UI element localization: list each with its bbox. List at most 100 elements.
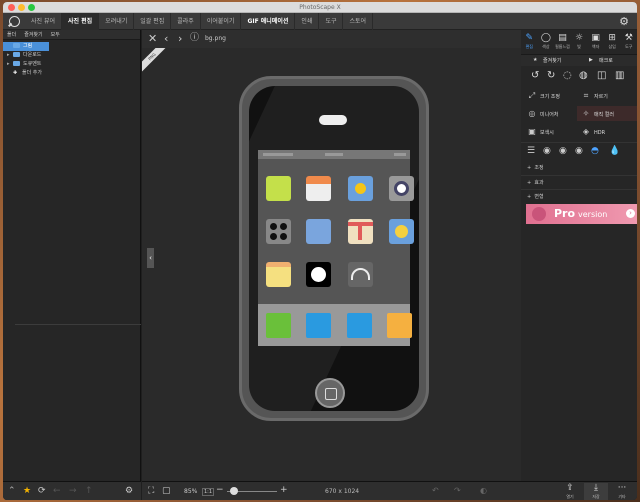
sub-tabs: ★ 즐겨찾기 ▶ 매크로 bbox=[521, 55, 637, 66]
hdr-icon: ◈ bbox=[582, 127, 590, 136]
tab-collage[interactable]: 콜라주 bbox=[171, 13, 201, 30]
rotate-left-icon[interactable]: ↺ bbox=[531, 70, 539, 81]
tab-tools[interactable]: 도구 bbox=[319, 13, 344, 30]
collapse-left-icon[interactable]: ‹ bbox=[147, 248, 154, 268]
chevron-left-icon[interactable]: ‹ bbox=[164, 32, 168, 45]
tab-print[interactable]: 인쇄 bbox=[295, 13, 320, 30]
menu-bar: 사진 뷰어 사진 편집 오려내기 일괄 편집 콜라주 이어붙이기 GIF 애니메… bbox=[3, 13, 637, 30]
tree-item-documents[interactable]: ▸ 도큐멘트 bbox=[3, 60, 140, 69]
tab-store[interactable]: 스토어 bbox=[343, 13, 374, 30]
list-icon[interactable]: ☰ bbox=[527, 146, 535, 156]
insert-icon: ⊞ bbox=[608, 33, 616, 43]
canvas-toolbar: ✕ ‹ › ⓘ bg.png bbox=[142, 30, 521, 48]
filter-preset-icon[interactable]: ◓ bbox=[591, 146, 599, 156]
open-button[interactable]: ⇪ 열기 bbox=[558, 483, 582, 500]
collapse-icon[interactable]: ⌃ bbox=[8, 486, 16, 496]
more-icon: ··· bbox=[617, 483, 627, 493]
flip-vertical-icon[interactable]: ▥ bbox=[615, 70, 624, 81]
up-arrow-icon[interactable]: ↑ bbox=[85, 486, 93, 496]
filter-preset-icon[interactable]: ◉ bbox=[543, 146, 551, 156]
play-icon: ▶ bbox=[589, 57, 593, 63]
tab-gif[interactable]: GIF 애니메이션 bbox=[241, 13, 296, 30]
info-icon[interactable]: ⓘ bbox=[190, 32, 199, 45]
sub-tab-macro[interactable]: 매크로 bbox=[599, 57, 613, 64]
complementary-button[interactable]: ▣ 보색시 bbox=[527, 124, 577, 139]
complementary-icon: ▣ bbox=[528, 127, 536, 136]
dock-app-icon bbox=[347, 313, 372, 338]
resize-button[interactable]: ⤢ 크기 조정 bbox=[527, 88, 577, 103]
actual-size-icon[interactable]: ▢ bbox=[162, 485, 171, 498]
star-icon[interactable]: ★ bbox=[23, 486, 31, 496]
refresh-icon[interactable]: ⟳ bbox=[38, 486, 46, 496]
tool-film[interactable]: ▤ 필름느낌 bbox=[554, 30, 571, 54]
pro-version-banner[interactable]: Pro version › bbox=[526, 204, 637, 224]
save-button[interactable]: ⤓ 저장 bbox=[584, 483, 608, 500]
zoom-slider-handle[interactable] bbox=[230, 487, 238, 495]
undo-icon[interactable]: ↶ bbox=[432, 486, 439, 495]
settings-icon[interactable]: ⚙ bbox=[125, 486, 133, 496]
filter-preset-icon[interactable]: ◉ bbox=[575, 146, 583, 156]
tool-insert[interactable]: ⊞ 삽입 bbox=[604, 30, 621, 54]
crop-button[interactable]: ⌗ 자르기 bbox=[581, 88, 631, 103]
crop-icon: ⌗ bbox=[583, 91, 589, 100]
png-ribbon: PNG bbox=[142, 48, 166, 72]
panel-divider[interactable] bbox=[15, 324, 141, 325]
zoom-1to1-button[interactable]: 1:1 bbox=[202, 488, 215, 496]
straighten-icon[interactable]: ◍ bbox=[579, 70, 588, 81]
magic-color-button[interactable]: ✧ 매직 컬러 bbox=[577, 106, 637, 121]
tool-frame[interactable]: ▣ 액자 bbox=[587, 30, 604, 54]
sub-tab-favorites[interactable]: 즐겨찾기 bbox=[543, 57, 561, 64]
tab-cutout[interactable]: 오려내기 bbox=[99, 13, 135, 30]
tree-item-downloads[interactable]: ▸ 다운로드 bbox=[3, 51, 140, 60]
tool-color[interactable]: ◯ 색상 bbox=[538, 30, 555, 54]
forward-arrow-icon[interactable]: → bbox=[69, 486, 77, 496]
tree-item-pictures[interactable]: 그림 bbox=[3, 42, 49, 51]
magic-wand-icon: ✧ bbox=[582, 109, 590, 118]
miniature-button[interactable]: ◎ 미니어처 bbox=[527, 106, 577, 121]
tab-combine[interactable]: 이어붙이기 bbox=[201, 13, 242, 30]
dock-app-icon bbox=[266, 313, 291, 338]
flip-horizontal-icon[interactable]: ◫ bbox=[597, 70, 606, 81]
tab-editor[interactable]: 사진 편집 bbox=[62, 13, 100, 30]
tool-edit[interactable]: ✎ 편집 bbox=[521, 30, 538, 54]
back-arrow-icon[interactable]: ← bbox=[53, 486, 61, 496]
droplet-icon[interactable]: 💧 bbox=[609, 146, 620, 156]
chevron-right-icon[interactable]: › bbox=[178, 32, 182, 45]
frame-icon: ▣ bbox=[591, 33, 600, 43]
rotate-icon[interactable]: ◌ bbox=[563, 70, 572, 81]
rotate-right-icon[interactable]: ↻ bbox=[547, 70, 555, 81]
more-button[interactable]: ··· 기타 bbox=[610, 483, 634, 500]
grid-app-icon bbox=[266, 219, 291, 244]
zoom-out-icon[interactable]: − bbox=[216, 484, 224, 497]
compare-icon[interactable]: ◐ bbox=[480, 486, 487, 495]
section-effects[interactable]: + 효과 bbox=[527, 179, 544, 186]
gear-icon[interactable]: ⚙ bbox=[619, 16, 629, 27]
folder-icon bbox=[13, 52, 20, 57]
tab-viewer[interactable]: 사진 뷰어 bbox=[25, 13, 62, 30]
window-title: PhotoScape X bbox=[299, 4, 341, 11]
filter-preset-icon[interactable]: ◉ bbox=[559, 146, 567, 156]
section-transform[interactable]: + 변형 bbox=[527, 193, 544, 200]
fit-screen-icon[interactable]: ⛶ bbox=[148, 485, 154, 498]
close-icon[interactable]: ✕ bbox=[148, 32, 157, 45]
tool-light[interactable]: ☼ 빛 bbox=[571, 30, 588, 54]
light-icon: ☼ bbox=[574, 33, 584, 43]
canvas-area: ✕ ‹ › ⓘ bg.png PNG ‹ ⛶ ▢ 85% 1:1 − + 670… bbox=[142, 30, 521, 500]
phone-speaker bbox=[319, 115, 347, 125]
zoom-level: 85% bbox=[184, 488, 198, 495]
tab-folders[interactable]: 폴더 bbox=[3, 30, 20, 39]
hdr-button[interactable]: ◈ HDR bbox=[581, 124, 631, 139]
redo-icon[interactable]: ↷ bbox=[454, 486, 461, 495]
tab-batch[interactable]: 일괄 편집 bbox=[134, 13, 172, 30]
left-bottom-toolbar: ⌃ ★ ⟳ ← → ↑ ⚙ bbox=[3, 481, 141, 500]
zoom-in-icon[interactable]: + bbox=[280, 484, 288, 497]
rotate-tools: ↺ ↻ ◌ ◍ ◫ ▥ bbox=[521, 70, 637, 84]
phone-image bbox=[239, 76, 429, 421]
tab-all[interactable]: 모두 bbox=[47, 30, 64, 39]
search-icon[interactable] bbox=[9, 16, 20, 27]
tab-favorites[interactable]: 즐겨찾기 bbox=[20, 30, 46, 39]
app-window: PhotoScape X 사진 뷰어 사진 편집 오려내기 일괄 편집 콜라주 … bbox=[3, 2, 637, 500]
section-adjust[interactable]: + 조정 bbox=[527, 164, 544, 171]
tool-tools[interactable]: ⚒ 도구 bbox=[620, 30, 637, 54]
tree-item-add-folder[interactable]: ✚ 폴더 추가 bbox=[3, 69, 140, 78]
